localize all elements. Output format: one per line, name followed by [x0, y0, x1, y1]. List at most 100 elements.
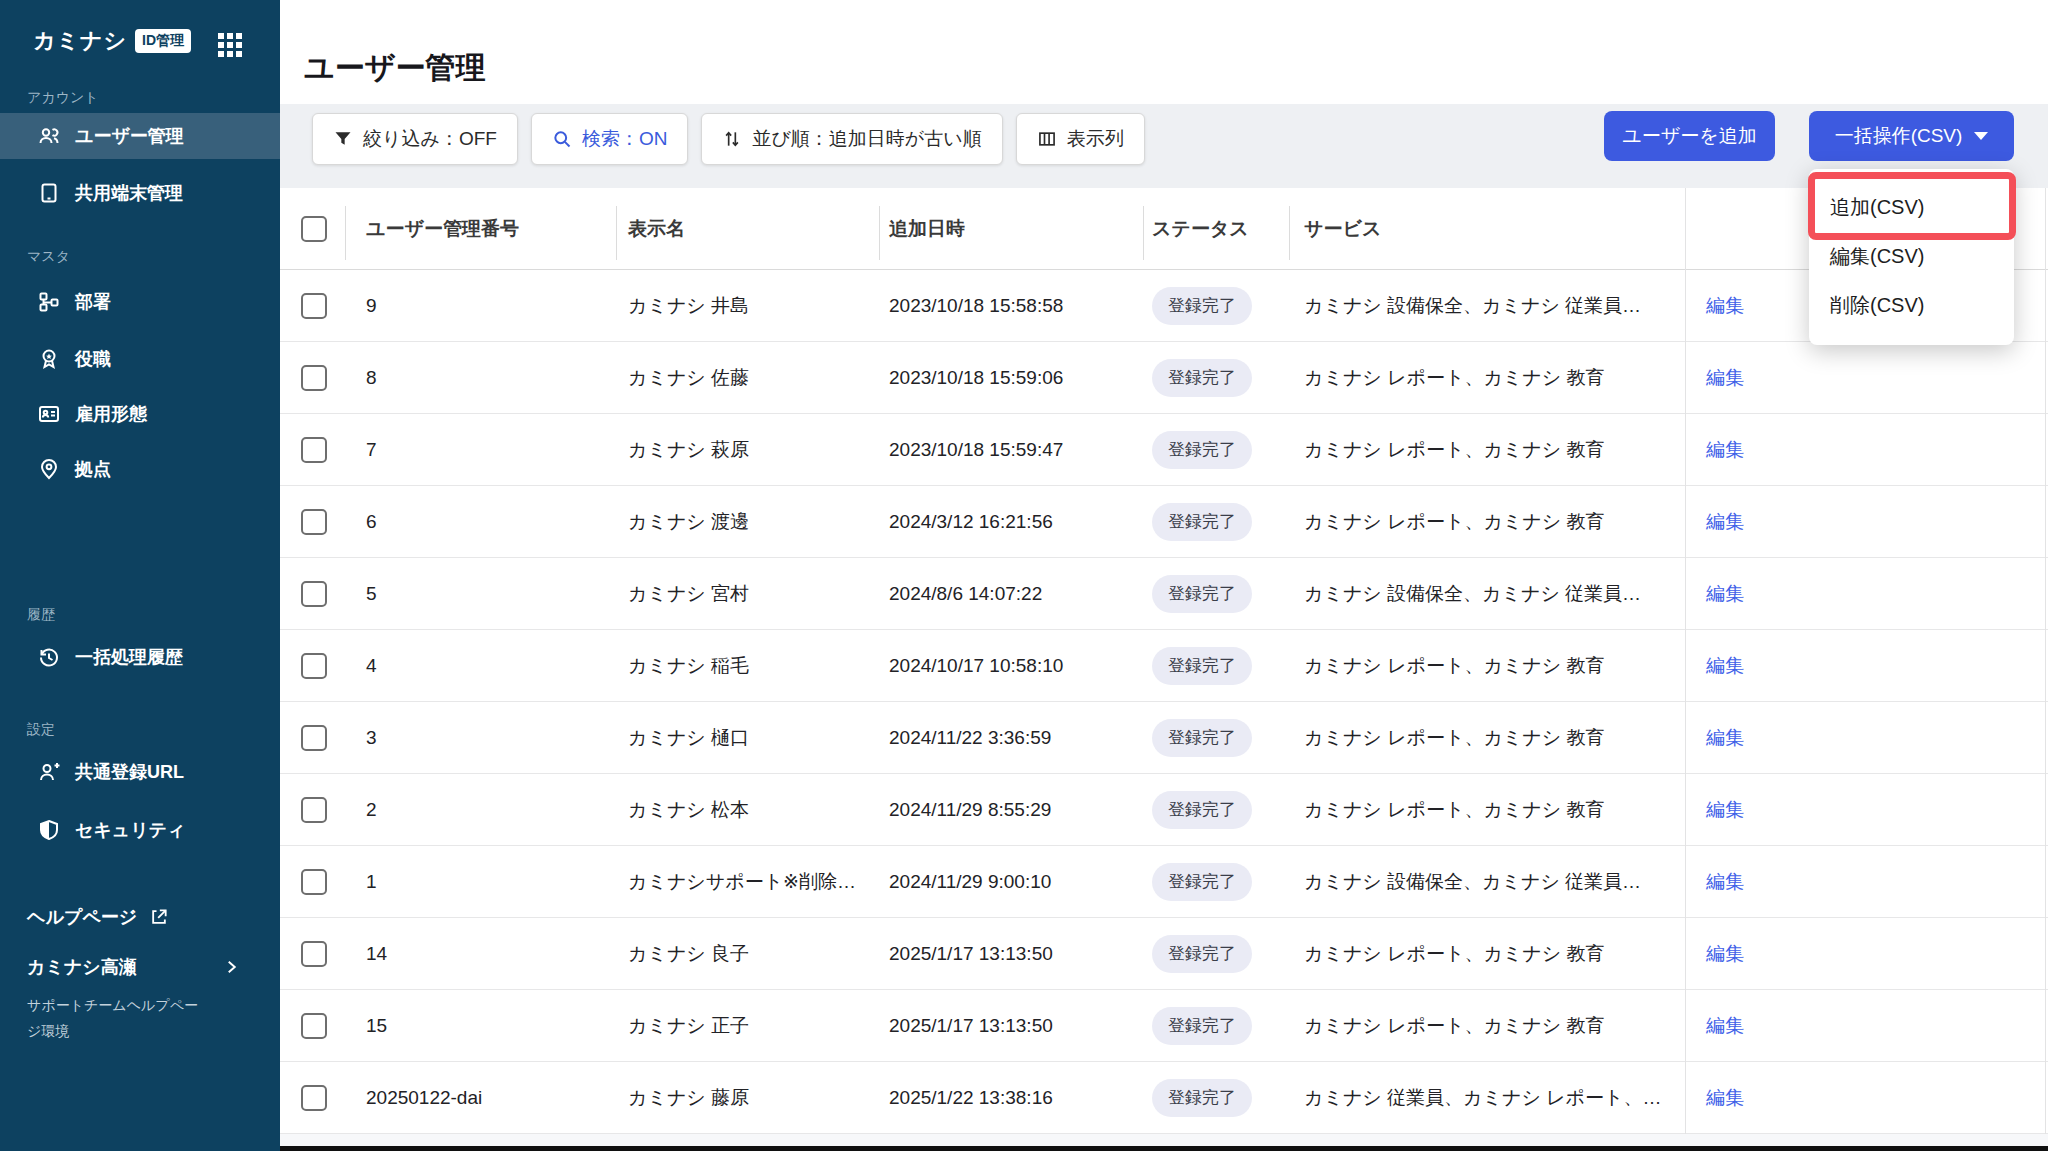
sort-button[interactable]: 並び順：追加日時が古い順 [701, 113, 1002, 165]
edit-link[interactable]: 編集 [1706, 367, 1744, 388]
cell-services: カミナシ 設備保全、カミナシ 従業員… [1289, 869, 1693, 895]
cell-display-name: カミナシ 松本 [616, 797, 879, 823]
sidebar: カミナシ ID管理 アカウントユーザー管理共用端末管理マスタ部署役職雇用形態拠点… [0, 0, 280, 1151]
row-checkbox[interactable] [301, 653, 327, 679]
row-checkbox[interactable] [301, 293, 327, 319]
account-menu[interactable]: カミナシ高瀬 [0, 944, 280, 990]
bulk-menu-item[interactable]: 追加(CSV) [1809, 183, 2014, 232]
search-button[interactable]: 検索：ON [531, 113, 689, 165]
sidebar-footer: ヘルプページ カミナシ高瀬 サポートチームヘルプペー ジ環境 [0, 894, 280, 1044]
main-content: ユーザー管理 絞り込み：OFF 検索：ON 並び順：追加日時が古い順 表示列 [280, 0, 2048, 1151]
cell-services: カミナシ レポート、カミナシ 教育 [1289, 437, 1693, 463]
filter-button[interactable]: 絞り込み：OFF [312, 113, 518, 165]
edit-link[interactable]: 編集 [1706, 727, 1744, 748]
table-footer-strip [280, 1134, 2048, 1146]
row-checkbox[interactable] [301, 1013, 327, 1039]
cell-status: 登録完了 [1143, 1079, 1289, 1117]
cell-display-name: カミナシ 宮村 [616, 581, 879, 607]
help-page-link[interactable]: ヘルプページ [0, 894, 280, 940]
sidebar-item[interactable]: 役職 [0, 336, 280, 382]
table-header-row: ユーザー管理番号 表示名 追加日時 ステータス サービス [280, 188, 2048, 270]
edit-link[interactable]: 編集 [1706, 1087, 1744, 1108]
columns-button[interactable]: 表示列 [1016, 113, 1145, 165]
bulk-menu-item[interactable]: 編集(CSV) [1809, 232, 2014, 281]
col-header-status: ステータス [1143, 216, 1289, 242]
col-header-added-at: 追加日時 [879, 216, 1143, 242]
cell-services: カミナシ レポート、カミナシ 教育 [1289, 653, 1693, 679]
edit-link[interactable]: 編集 [1706, 871, 1744, 892]
app-grid-icon[interactable] [218, 33, 242, 57]
table-row: 20250122-daiカミナシ 藤原2025/1/22 13:38:16登録完… [280, 1062, 2048, 1134]
edit-link[interactable]: 編集 [1706, 295, 1744, 316]
row-checkbox[interactable] [301, 725, 327, 751]
cell-status: 登録完了 [1143, 575, 1289, 613]
cell-user-id: 1 [345, 871, 616, 893]
row-checkbox[interactable] [301, 797, 327, 823]
cell-services: カミナシ 設備保全、カミナシ 従業員… [1289, 581, 1693, 607]
cell-user-id: 15 [345, 1015, 616, 1037]
table-row: 2カミナシ 松本2024/11/29 8:55:29登録完了カミナシ レポート、… [280, 774, 2048, 846]
row-checkbox[interactable] [301, 437, 327, 463]
edit-link[interactable]: 編集 [1706, 799, 1744, 820]
row-checkbox[interactable] [301, 869, 327, 895]
status-badge: 登録完了 [1152, 431, 1252, 469]
sidebar-section-label: マスタ [27, 248, 280, 265]
table-row: 14カミナシ 良子2025/1/17 13:13:50登録完了カミナシ レポート… [280, 918, 2048, 990]
status-badge: 登録完了 [1152, 1079, 1252, 1117]
sidebar-item[interactable]: 共通登録URL [0, 749, 280, 795]
caret-down-icon [1974, 132, 1988, 140]
sidebar-item[interactable]: 拠点 [0, 446, 280, 492]
cell-display-name: カミナシ 良子 [616, 941, 879, 967]
select-all-checkbox[interactable] [301, 216, 327, 242]
sidebar-item[interactable]: セキュリティ [0, 807, 280, 853]
cell-services: カミナシ 設備保全、カミナシ 従業員… [1289, 293, 1693, 319]
page-title: ユーザー管理 [280, 0, 2048, 89]
edit-link[interactable]: 編集 [1706, 655, 1744, 676]
cell-added-at: 2023/10/18 15:58:58 [879, 295, 1143, 317]
sidebar-item[interactable]: 共用端末管理 [0, 170, 280, 216]
row-checkbox[interactable] [301, 941, 327, 967]
edit-link[interactable]: 編集 [1706, 511, 1744, 532]
cell-added-at: 2024/11/22 3:36:59 [879, 727, 1143, 749]
user-table: ユーザー管理番号 表示名 追加日時 ステータス サービス 9カミナシ 井島202… [280, 188, 2048, 1134]
edit-link[interactable]: 編集 [1706, 583, 1744, 604]
shield-icon [37, 818, 61, 842]
edit-link[interactable]: 編集 [1706, 1015, 1744, 1036]
edit-link[interactable]: 編集 [1706, 943, 1744, 964]
add-user-button[interactable]: ユーザーを追加 [1604, 111, 1775, 161]
role-badge-icon [37, 347, 61, 371]
row-checkbox[interactable] [301, 509, 327, 535]
col-header-display-name: 表示名 [616, 216, 879, 242]
user-plus-icon [37, 760, 61, 784]
status-badge: 登録完了 [1152, 719, 1252, 757]
sort-icon [722, 129, 742, 149]
users-icon [37, 124, 61, 148]
cell-added-at: 2024/11/29 8:55:29 [879, 799, 1143, 821]
edit-link[interactable]: 編集 [1706, 439, 1744, 460]
cell-status: 登録完了 [1143, 359, 1289, 397]
row-checkbox[interactable] [301, 581, 327, 607]
cell-user-id: 9 [345, 295, 616, 317]
history-icon [37, 645, 61, 669]
sidebar-item[interactable]: 一括処理履歴 [0, 634, 280, 680]
cell-display-name: カミナシ 稲毛 [616, 653, 879, 679]
sidebar-item[interactable]: ユーザー管理 [0, 113, 280, 159]
bulk-action-button[interactable]: 一括操作(CSV) [1809, 111, 2014, 161]
cell-added-at: 2025/1/17 13:13:50 [879, 1015, 1143, 1037]
bulk-menu-item[interactable]: 削除(CSV) [1809, 281, 2014, 330]
toolbar: 絞り込み：OFF 検索：ON 並び順：追加日時が古い順 表示列 ユーザーを追加 … [280, 104, 2048, 188]
cell-added-at: 2023/10/18 15:59:06 [879, 367, 1143, 389]
cell-services: カミナシ レポート、カミナシ 教育 [1289, 941, 1693, 967]
sidebar-sections: アカウントユーザー管理共用端末管理マスタ部署役職雇用形態拠点履歴一括処理履歴設定… [0, 89, 280, 853]
map-pin-icon [37, 457, 61, 481]
row-checkbox[interactable] [301, 365, 327, 391]
table-row: 3カミナシ 樋口2024/11/22 3:36:59登録完了カミナシ レポート、… [280, 702, 2048, 774]
status-badge: 登録完了 [1152, 935, 1252, 973]
table-row: 7カミナシ 萩原2023/10/18 15:59:47登録完了カミナシ レポート… [280, 414, 2048, 486]
brand-badge: ID管理 [135, 29, 191, 53]
sidebar-item[interactable]: 部署 [0, 279, 280, 325]
col-header-user-id: ユーザー管理番号 [345, 216, 616, 242]
sidebar-item[interactable]: 雇用形態 [0, 391, 280, 437]
row-checkbox[interactable] [301, 1085, 327, 1111]
help-page-label: ヘルプページ [27, 905, 137, 929]
